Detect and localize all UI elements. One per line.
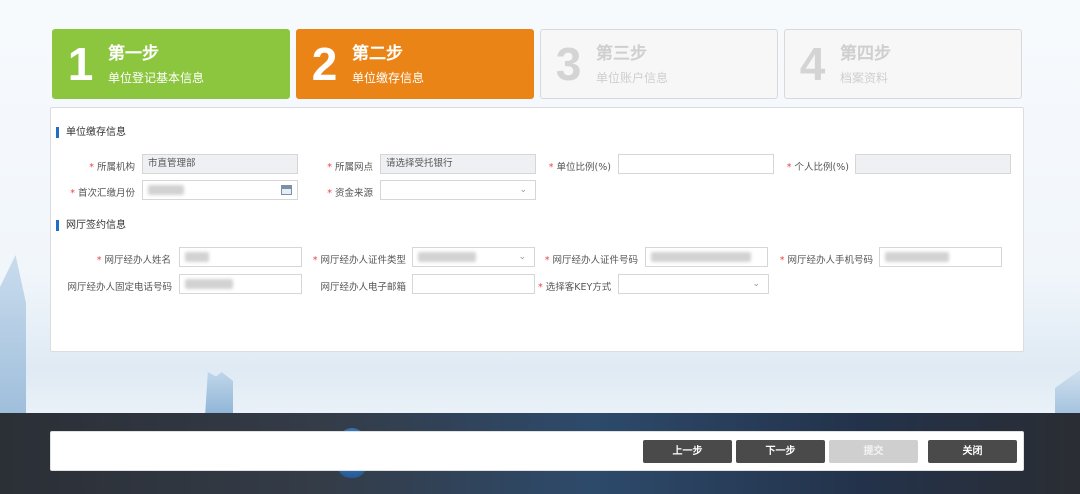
redacted-value (418, 251, 476, 262)
fund-source-label: * 资金来源 (327, 188, 373, 199)
form-panel: 单位缴存信息 * 所属机构 市直管理部 * 所属网点 请选择受托银行 * 单位比例(%… (50, 107, 1024, 352)
agent-name-label: * 网厅经办人姓名 (96, 255, 171, 266)
step-title: 第三步 (596, 43, 647, 64)
step-title: 第一步 (108, 43, 159, 64)
background-decoration (1055, 370, 1080, 415)
close-button[interactable]: 关闭 (928, 440, 1017, 463)
step-progress: 1 第一步 单位登记基本信息 2 第二步 单位缴存信息 3 第三步 单位账户信息… (52, 29, 1022, 99)
step-number: 2 (311, 38, 338, 90)
step-subtitle: 单位登记基本信息 (108, 70, 205, 85)
id-no-input[interactable] (645, 247, 768, 267)
id-no-label: * 网厅经办人证件号码 (544, 255, 638, 266)
key-method-select[interactable]: ⌄ (618, 274, 769, 294)
step-3[interactable]: 3 第三步 单位账户信息 (540, 29, 778, 99)
redacted-value (185, 251, 209, 262)
email-label: 网厅经办人电子邮箱 (320, 282, 406, 293)
unit-ratio-label: * 单位比例(%) (548, 162, 611, 173)
section-title-deposit: 单位缴存信息 (56, 127, 126, 138)
step-4[interactable]: 4 第四步 档案资料 (784, 29, 1022, 99)
branch-field[interactable]: 请选择受托银行 (380, 154, 536, 174)
mobile-input[interactable] (879, 247, 1002, 267)
next-button[interactable]: 下一步 (736, 440, 825, 463)
first-month-label: * 首次汇缴月份 (70, 188, 135, 199)
submit-button[interactable]: 提交 (829, 440, 918, 463)
agent-name-input[interactable] (179, 247, 302, 267)
org-field[interactable]: 市直管理部 (142, 154, 298, 174)
step-subtitle: 档案资料 (840, 70, 889, 85)
phone-label: 网厅经办人固定电话号码 (67, 282, 172, 293)
key-method-label: * 选择客KEY方式 (538, 282, 612, 293)
step-title: 第二步 (352, 43, 403, 64)
fund-source-select[interactable]: ⌄ (380, 180, 536, 200)
redacted-value (148, 184, 184, 195)
prev-button[interactable]: 上一步 (643, 440, 732, 463)
step-subtitle: 单位缴存信息 (352, 70, 425, 85)
step-number: 4 (799, 38, 826, 90)
chevron-down-icon: ⌄ (519, 185, 527, 195)
redacted-value (651, 251, 751, 262)
branch-label: * 所属网点 (327, 162, 373, 173)
id-type-select[interactable]: ⌄ (412, 247, 535, 267)
chevron-down-icon: ⌄ (752, 279, 760, 289)
step-number: 1 (67, 38, 94, 90)
personal-ratio-field[interactable] (855, 154, 1011, 174)
redacted-value (185, 278, 233, 289)
email-input[interactable] (412, 274, 535, 294)
background-decoration (0, 255, 26, 415)
calendar-icon[interactable] (281, 185, 292, 195)
step-2[interactable]: 2 第二步 单位缴存信息 (296, 29, 534, 99)
section-title-online-signing: 网厅签约信息 (56, 220, 126, 231)
chevron-down-icon: ⌄ (518, 252, 526, 262)
personal-ratio-label: * 个人比例(%) (786, 162, 849, 173)
mobile-label: * 网厅经办人手机号码 (779, 255, 873, 266)
step-title: 第四步 (840, 43, 891, 64)
action-bar: 上一步 下一步 提交 关闭 (50, 431, 1024, 471)
id-type-label: * 网厅经办人证件类型 (312, 255, 406, 266)
background-decoration (205, 372, 233, 417)
redacted-value (885, 251, 949, 262)
step-1[interactable]: 1 第一步 单位登记基本信息 (52, 29, 290, 99)
step-subtitle: 单位账户信息 (596, 70, 669, 85)
unit-ratio-input[interactable] (618, 154, 774, 174)
first-month-input[interactable] (142, 180, 298, 200)
phone-input[interactable] (179, 274, 302, 294)
org-label: * 所属机构 (89, 162, 135, 173)
step-number: 3 (555, 38, 582, 90)
